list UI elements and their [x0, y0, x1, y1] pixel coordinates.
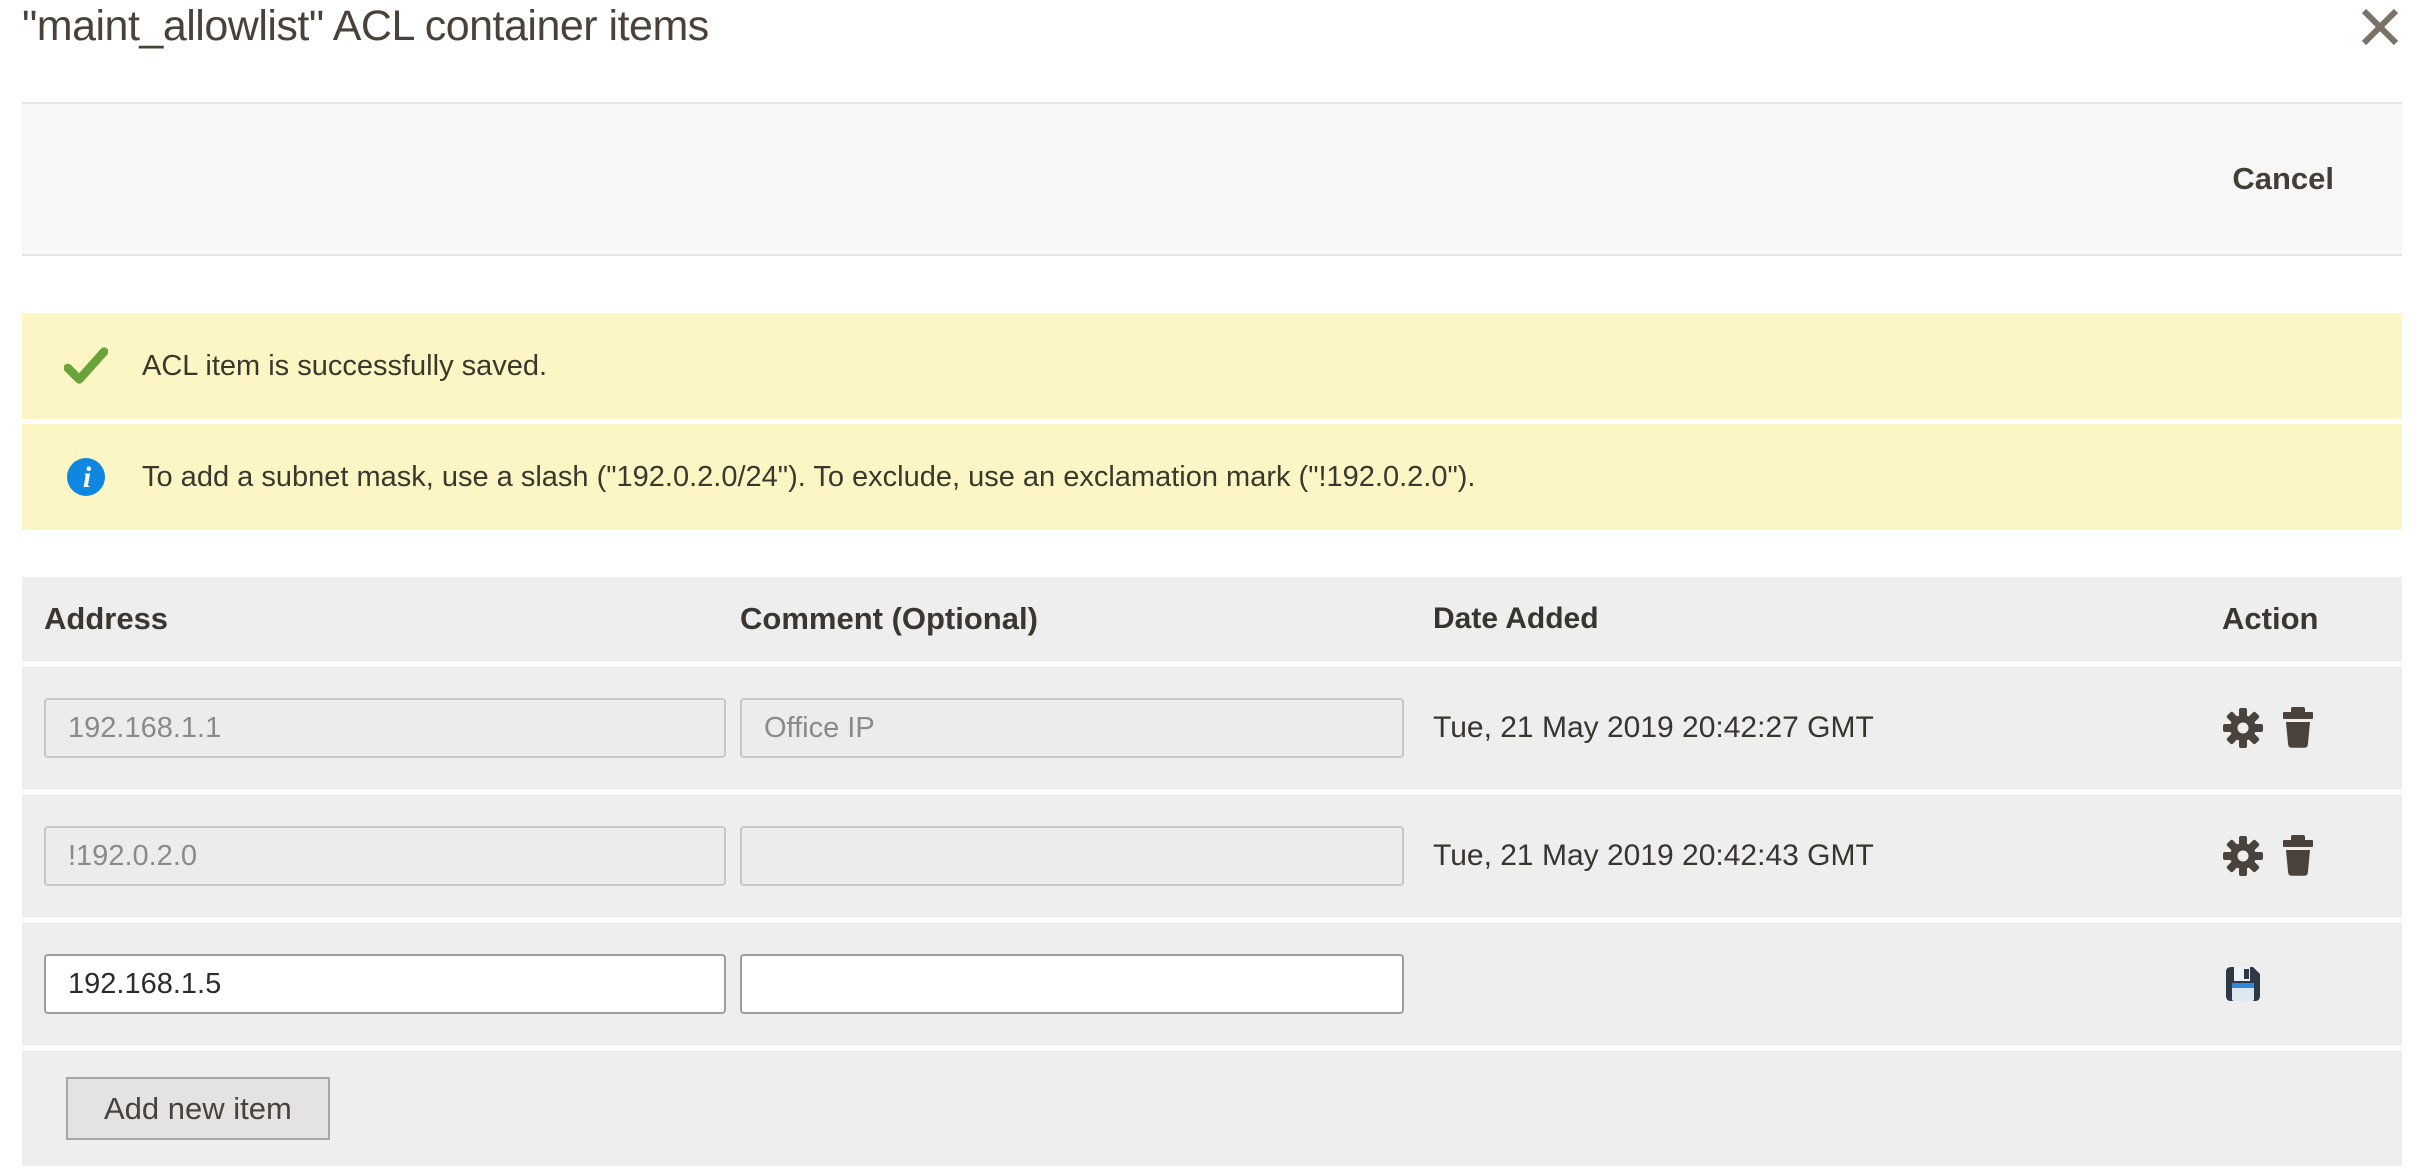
table-row: Tue, 21 May 2019 20:42:43 GMT	[22, 795, 2402, 917]
table-footer-row: Add new item	[22, 1051, 2402, 1166]
success-message-text: ACL item is successfully saved.	[142, 350, 547, 383]
delete-item-button[interactable]	[2278, 834, 2318, 878]
settings-icon	[2222, 865, 2264, 880]
edit-item-button[interactable]	[2222, 835, 2264, 877]
delete-item-button[interactable]	[2278, 706, 2318, 750]
table-header-row: Address Comment (Optional) Date Added Ac…	[22, 577, 2402, 661]
table-row: Tue, 21 May 2019 20:42:27 GMT	[22, 667, 2402, 789]
check-icon	[64, 347, 108, 385]
comment-input	[740, 826, 1404, 886]
header-address: Address	[44, 601, 740, 637]
trash-icon	[2278, 738, 2318, 753]
page-title: "maint_allowlist" ACL container items	[22, 2, 709, 51]
table-row-editing	[22, 923, 2402, 1045]
dialog-toolbar: Cancel	[22, 102, 2402, 256]
date-added-value: Tue, 21 May 2019 20:42:27 GMT	[1433, 711, 2222, 745]
date-added-value: Tue, 21 May 2019 20:42:43 GMT	[1433, 839, 2222, 873]
header-action: Action	[2222, 601, 2402, 637]
settings-icon	[2222, 737, 2264, 752]
address-input[interactable]	[44, 954, 726, 1014]
add-new-item-button[interactable]: Add new item	[66, 1077, 330, 1140]
header-date-added: Date Added	[1433, 602, 2222, 636]
acl-items-dialog: "maint_allowlist" ACL container items Ca…	[0, 0, 2426, 1176]
close-icon	[2356, 3, 2404, 54]
comment-input[interactable]	[740, 954, 1404, 1014]
save-item-button[interactable]	[2222, 963, 2264, 1005]
svg-text:i: i	[83, 461, 92, 494]
trash-icon	[2278, 866, 2318, 881]
address-input	[44, 698, 726, 758]
header-comment: Comment (Optional)	[740, 601, 1433, 637]
info-message: i To add a subnet mask, use a slash ("19…	[22, 424, 2402, 530]
comment-input	[740, 698, 1404, 758]
cancel-button[interactable]: Cancel	[2232, 161, 2334, 197]
success-message: ACL item is successfully saved.	[22, 313, 2402, 419]
acl-items-table: Address Comment (Optional) Date Added Ac…	[22, 577, 2402, 1166]
info-message-text: To add a subnet mask, use a slash ("192.…	[142, 461, 1476, 494]
address-input	[44, 826, 726, 886]
close-button[interactable]	[2354, 2, 2406, 54]
edit-item-button[interactable]	[2222, 707, 2264, 749]
info-icon: i	[64, 457, 108, 497]
save-icon	[2222, 993, 2264, 1008]
